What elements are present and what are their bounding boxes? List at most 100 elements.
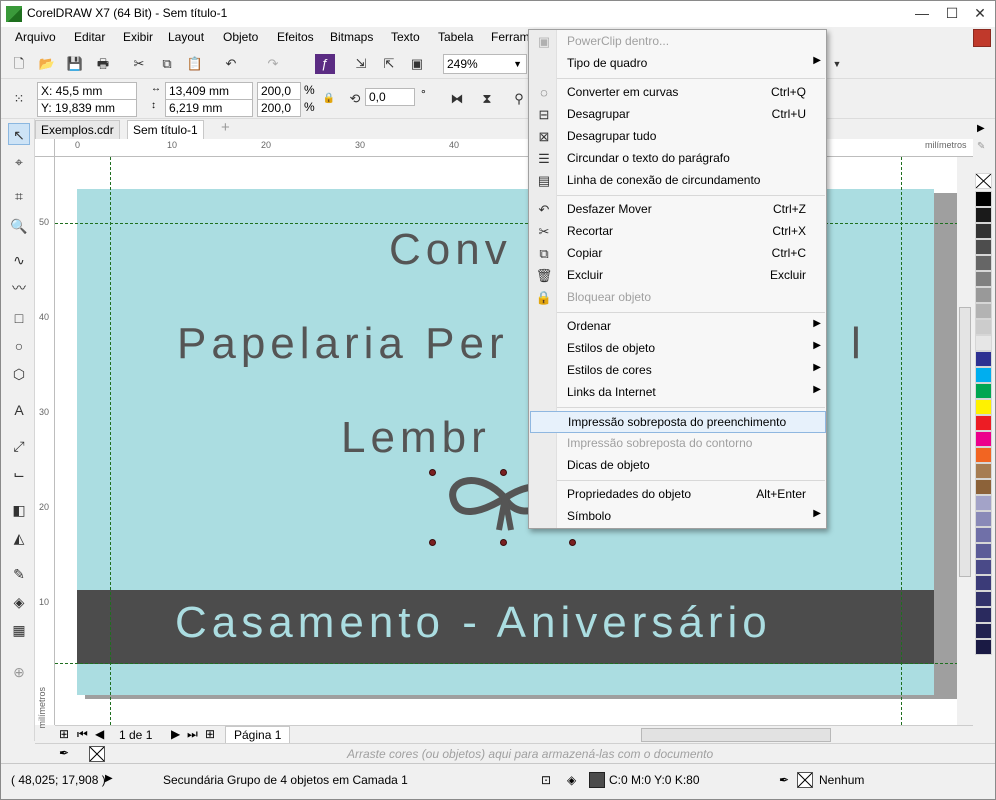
color-swatch[interactable] xyxy=(975,207,992,223)
menu-texto[interactable]: Texto xyxy=(391,30,420,44)
page-text-band[interactable]: Casamento - Aniversário xyxy=(175,598,772,648)
color-swatch[interactable] xyxy=(975,495,992,511)
new-tab-icon[interactable]: + xyxy=(221,119,230,136)
selection-handle[interactable] xyxy=(429,539,436,546)
color-swatch[interactable] xyxy=(975,575,992,591)
selection-handle[interactable] xyxy=(569,539,576,546)
selection-handle[interactable] xyxy=(500,469,507,476)
color-swatch[interactable] xyxy=(975,319,992,335)
page-text-line3[interactable]: Lembr xyxy=(341,413,491,463)
scale-x-field[interactable]: 200,0 xyxy=(257,82,301,100)
save-icon[interactable]: 💾 xyxy=(65,54,85,74)
color-swatch[interactable] xyxy=(975,239,992,255)
guideline[interactable] xyxy=(110,157,111,725)
ellipse-tool-icon[interactable]: ○ xyxy=(8,335,30,357)
menu-efeitos[interactable]: Efeitos xyxy=(277,30,314,44)
menu-objeto[interactable]: Objeto xyxy=(223,30,258,44)
no-color-icon[interactable] xyxy=(89,746,105,762)
more-dropdown-icon[interactable]: ▼ xyxy=(827,54,847,74)
prev-page-icon[interactable]: ◀ xyxy=(95,727,104,741)
smart-fill-icon[interactable]: ▦ xyxy=(8,619,30,641)
context-menu-item[interactable]: Estilos de objeto ▶ xyxy=(530,338,826,360)
maximize-button[interactable]: ☐ xyxy=(937,1,967,25)
interactive-fill-icon[interactable]: ◈ xyxy=(8,591,30,613)
menu-editar[interactable]: Editar xyxy=(74,30,105,44)
height-field[interactable]: 6,219 mm xyxy=(165,99,253,117)
horizontal-ruler[interactable]: 0 10 20 30 40 milímetros xyxy=(55,139,973,157)
guideline[interactable] xyxy=(901,157,902,725)
horizontal-scrollbar[interactable] xyxy=(641,728,831,742)
export-icon[interactable]: ⇱ xyxy=(379,54,399,74)
undo-icon[interactable]: ↶ xyxy=(221,54,241,74)
print-icon[interactable]: 🖶 xyxy=(93,54,113,74)
y-position-field[interactable]: Y: 19,839 mm xyxy=(37,99,137,117)
lock-ratio-icon[interactable]: 🔒 xyxy=(319,89,339,109)
palette-scroll-up-icon[interactable]: ▶ xyxy=(977,123,985,134)
context-menu-item[interactable]: ✂ Recortar Ctrl+X xyxy=(530,221,826,243)
color-swatch[interactable] xyxy=(975,591,992,607)
context-menu-item[interactable]: Ordenar ▶ xyxy=(530,316,826,338)
color-swatch[interactable] xyxy=(975,639,992,655)
width-field[interactable]: 13,409 mm xyxy=(165,82,253,100)
outline-none-icon[interactable] xyxy=(797,772,813,788)
transparency-tool-icon[interactable]: ◭ xyxy=(8,527,30,549)
color-swatch[interactable] xyxy=(975,415,992,431)
drop-shadow-tool-icon[interactable]: ◧ xyxy=(8,499,30,521)
fill-swatch[interactable] xyxy=(589,772,605,788)
color-swatch[interactable] xyxy=(975,255,992,271)
eyedropper-icon[interactable]: ✒ xyxy=(59,746,69,760)
page-text-line2[interactable]: Papelaria Per xyxy=(177,319,509,369)
customize-toolbox-icon[interactable]: ⊕ xyxy=(8,661,30,683)
color-swatch[interactable] xyxy=(975,223,992,239)
context-menu-item[interactable]: ☰ Circundar o texto do parágrafo xyxy=(530,148,826,170)
color-swatch[interactable] xyxy=(975,351,992,367)
mirror-horizontal-icon[interactable]: ⧓ xyxy=(447,89,467,109)
play-icon[interactable]: ▶ xyxy=(105,773,113,784)
tab-sem-titulo[interactable]: Sem título-1 xyxy=(127,120,204,139)
scale-y-field[interactable]: 200,0 xyxy=(257,99,301,117)
ruler-origin-icon[interactable] xyxy=(35,139,55,157)
add-page-after-icon[interactable]: ⊞ xyxy=(205,727,215,741)
context-menu-item[interactable]: Símbolo ▶ xyxy=(530,506,826,528)
vertical-ruler[interactable]: 50 40 30 20 10 milímetros xyxy=(35,157,55,729)
color-swatch[interactable] xyxy=(975,335,992,351)
open-icon[interactable]: 📂 xyxy=(37,54,57,74)
menu-tabela[interactable]: Tabela xyxy=(438,30,473,44)
color-swatch[interactable] xyxy=(975,271,992,287)
page-tab[interactable]: Página 1 xyxy=(225,726,291,744)
cut-icon[interactable]: ✂ xyxy=(129,54,149,74)
crop-tool-icon[interactable]: ⌗ xyxy=(8,185,30,207)
pick-tool-icon[interactable]: ↖ xyxy=(8,123,30,145)
color-swatch[interactable] xyxy=(975,559,992,575)
scroll-thumb[interactable] xyxy=(959,307,971,577)
color-swatch[interactable] xyxy=(975,511,992,527)
color-swatch[interactable] xyxy=(975,399,992,415)
tab-exemplos[interactable]: Exemplos.cdr xyxy=(35,120,120,139)
next-page-icon[interactable]: ▶ xyxy=(171,727,180,741)
color-swatch[interactable] xyxy=(975,607,992,623)
context-menu-item[interactable]: ↶ Desfazer Mover Ctrl+Z xyxy=(530,199,826,221)
copy-icon[interactable]: ⧉ xyxy=(157,54,177,74)
paste-icon[interactable]: 📋 xyxy=(185,54,205,74)
rectangle-tool-icon[interactable]: □ xyxy=(8,307,30,329)
context-menu-item[interactable]: ⊟ Desagrupar Ctrl+U xyxy=(530,104,826,126)
color-swatch[interactable] xyxy=(975,527,992,543)
artistic-media-icon[interactable]: 〰 xyxy=(8,277,30,299)
color-swatch[interactable] xyxy=(975,191,992,207)
context-menu-item[interactable]: Propriedades do objeto Alt+Enter xyxy=(530,484,826,506)
align-icon[interactable]: ⚲ xyxy=(509,89,529,109)
context-menu-item[interactable]: Impressão sobreposta do preenchimento xyxy=(530,411,826,433)
page-text-line1[interactable]: Conv xyxy=(389,225,512,275)
user-icon[interactable] xyxy=(973,29,991,47)
menu-ferramentas[interactable]: Ferram xyxy=(491,30,530,44)
first-page-icon[interactable]: ⏮ xyxy=(77,727,88,742)
shape-tool-icon[interactable]: ⌖ xyxy=(8,151,30,173)
vertical-scrollbar[interactable] xyxy=(957,157,973,725)
corel-connect-icon[interactable]: ƒ xyxy=(315,54,335,74)
connector-tool-icon[interactable]: ⌙ xyxy=(8,463,30,485)
context-menu-item[interactable]: Links da Internet ▶ xyxy=(530,382,826,404)
context-menu-item[interactable]: ⧉ Copiar Ctrl+C xyxy=(530,243,826,265)
context-menu-item[interactable]: ◌ Converter em curvas Ctrl+Q xyxy=(530,82,826,104)
close-button[interactable]: ✕ xyxy=(965,1,995,25)
color-swatch[interactable] xyxy=(975,431,992,447)
